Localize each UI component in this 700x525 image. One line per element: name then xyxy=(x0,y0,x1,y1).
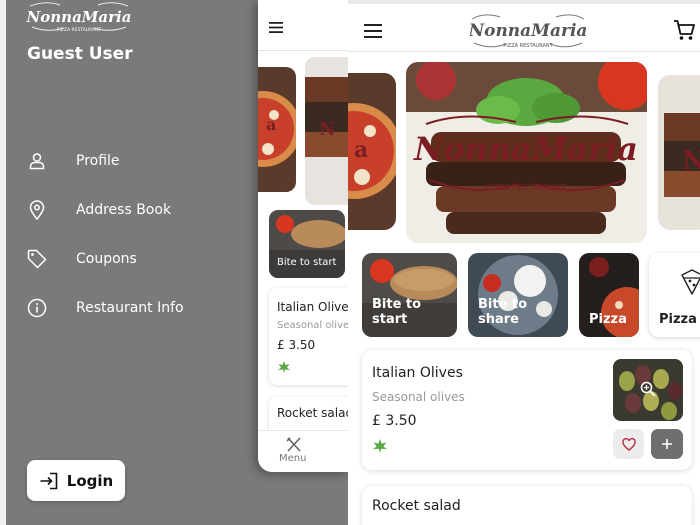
add-to-cart-button[interactable] xyxy=(651,429,683,459)
drawer-item-label: Coupons xyxy=(76,251,137,267)
login-label: Login xyxy=(66,471,114,490)
small-item2-name: Rocket salad xyxy=(277,406,350,420)
top-bar: NonnaMaria PIZZA RESTAURANT xyxy=(348,0,700,52)
menu-item-card-rocket[interactable]: Rocket salad xyxy=(362,486,692,525)
person-icon xyxy=(27,151,47,171)
vegetarian-leaf-icon xyxy=(373,439,387,453)
hero-slide-pizza[interactable]: a xyxy=(348,73,396,230)
small-hero-eggplant: N xyxy=(305,57,350,205)
drawer-item-restaurant-info[interactable]: Restaurant Info xyxy=(27,296,184,320)
item-description: Seasonal olives xyxy=(372,390,465,404)
login-icon xyxy=(40,472,58,489)
category-label: Bite to start xyxy=(372,297,422,327)
small-category-label: Bite to start xyxy=(277,257,337,268)
item-name: Italian Olives xyxy=(372,365,463,381)
svg-text:PIZZA RESTAURANT: PIZZA RESTAURANT xyxy=(486,183,565,192)
svg-text:N: N xyxy=(682,146,700,176)
small-item-desc: Seasonal olives xyxy=(277,320,350,331)
drawer-item-profile[interactable]: Profile xyxy=(27,149,120,173)
shopping-cart-icon[interactable] xyxy=(673,19,695,41)
svg-text:PIZZA RESTAURANT: PIZZA RESTAURANT xyxy=(503,43,553,49)
item-price: £ 3.50 xyxy=(372,413,417,429)
background-app-view: a N Bite to start Italian Olives Seasona… xyxy=(258,0,350,472)
small-category-bite-to-start[interactable]: Bite to start xyxy=(269,210,345,278)
login-button[interactable]: Login xyxy=(27,460,125,501)
svg-text:NonnaMaria: NonnaMaria xyxy=(26,8,131,26)
tag-icon xyxy=(27,249,47,269)
category-pizza[interactable]: Pizza xyxy=(579,253,639,337)
svg-text:NonnaMaria: NonnaMaria xyxy=(470,21,586,41)
category-label: Pizza S xyxy=(659,312,700,327)
hero-slide-eggplant[interactable]: NonnaMaria PIZZA RESTAURANT xyxy=(406,62,647,243)
item-image-olives[interactable] xyxy=(613,359,683,421)
info-icon xyxy=(27,298,47,318)
hamburger-icon[interactable] xyxy=(364,24,382,38)
category-pizza-s[interactable]: Pizza S xyxy=(649,253,700,337)
svg-text:a: a xyxy=(266,115,276,134)
svg-text:N: N xyxy=(319,119,335,140)
fork-knife-icon[interactable] xyxy=(286,437,302,452)
small-bottom-nav: Menu xyxy=(258,430,350,472)
small-item-name: Italian Olives xyxy=(277,300,350,314)
small-item-card-olives[interactable]: Italian Olives Seasonal olives £ 3.50 xyxy=(269,288,350,385)
small-hero-pizza: a xyxy=(258,67,296,192)
drawer-item-coupons[interactable]: Coupons xyxy=(27,247,137,271)
drawer-item-label: Profile xyxy=(76,153,120,169)
drawer-edge xyxy=(0,0,6,525)
small-top-bar xyxy=(258,0,350,51)
brand-logo: NonnaMaria PIZZA RESTAURANT xyxy=(26,2,131,33)
svg-text:NonnaMaria: NonnaMaria xyxy=(413,130,638,168)
item-name: Rocket salad xyxy=(372,498,461,514)
brand-logo: NonnaMaria PIZZA RESTAURANT xyxy=(470,14,586,49)
category-label: Pizza xyxy=(589,312,627,327)
small-item-price: £ 3.50 xyxy=(277,338,316,352)
user-name: Guest User xyxy=(27,44,133,64)
hamburger-icon[interactable] xyxy=(269,22,283,33)
category-bite-to-start[interactable]: Bite to start xyxy=(362,253,457,337)
location-pin-icon xyxy=(27,200,47,220)
drawer-item-label: Address Book xyxy=(76,202,172,218)
category-label: Bite to share xyxy=(478,297,528,327)
pizza-slice-icon xyxy=(681,269,700,295)
bottom-nav-menu-label[interactable]: Menu xyxy=(279,453,306,464)
drawer-item-label: Restaurant Info xyxy=(76,300,184,316)
favorite-button[interactable] xyxy=(613,429,644,459)
heart-icon xyxy=(621,437,636,451)
menu-item-card-olives[interactable]: Italian Olives Seasonal olives £ 3.50 xyxy=(362,350,692,470)
vegetarian-leaf-icon xyxy=(278,361,290,373)
drawer-item-address-book[interactable]: Address Book xyxy=(27,198,171,222)
zoom-icon[interactable] xyxy=(640,381,656,397)
hero-slide-next[interactable]: N xyxy=(658,75,700,230)
category-bite-to-share[interactable]: Bite to share xyxy=(468,253,568,337)
main-app-view: NonnaMaria PIZZA RESTAURANT a NonnaMaria… xyxy=(348,0,700,525)
svg-text:a: a xyxy=(354,137,368,163)
plus-icon xyxy=(662,439,672,449)
